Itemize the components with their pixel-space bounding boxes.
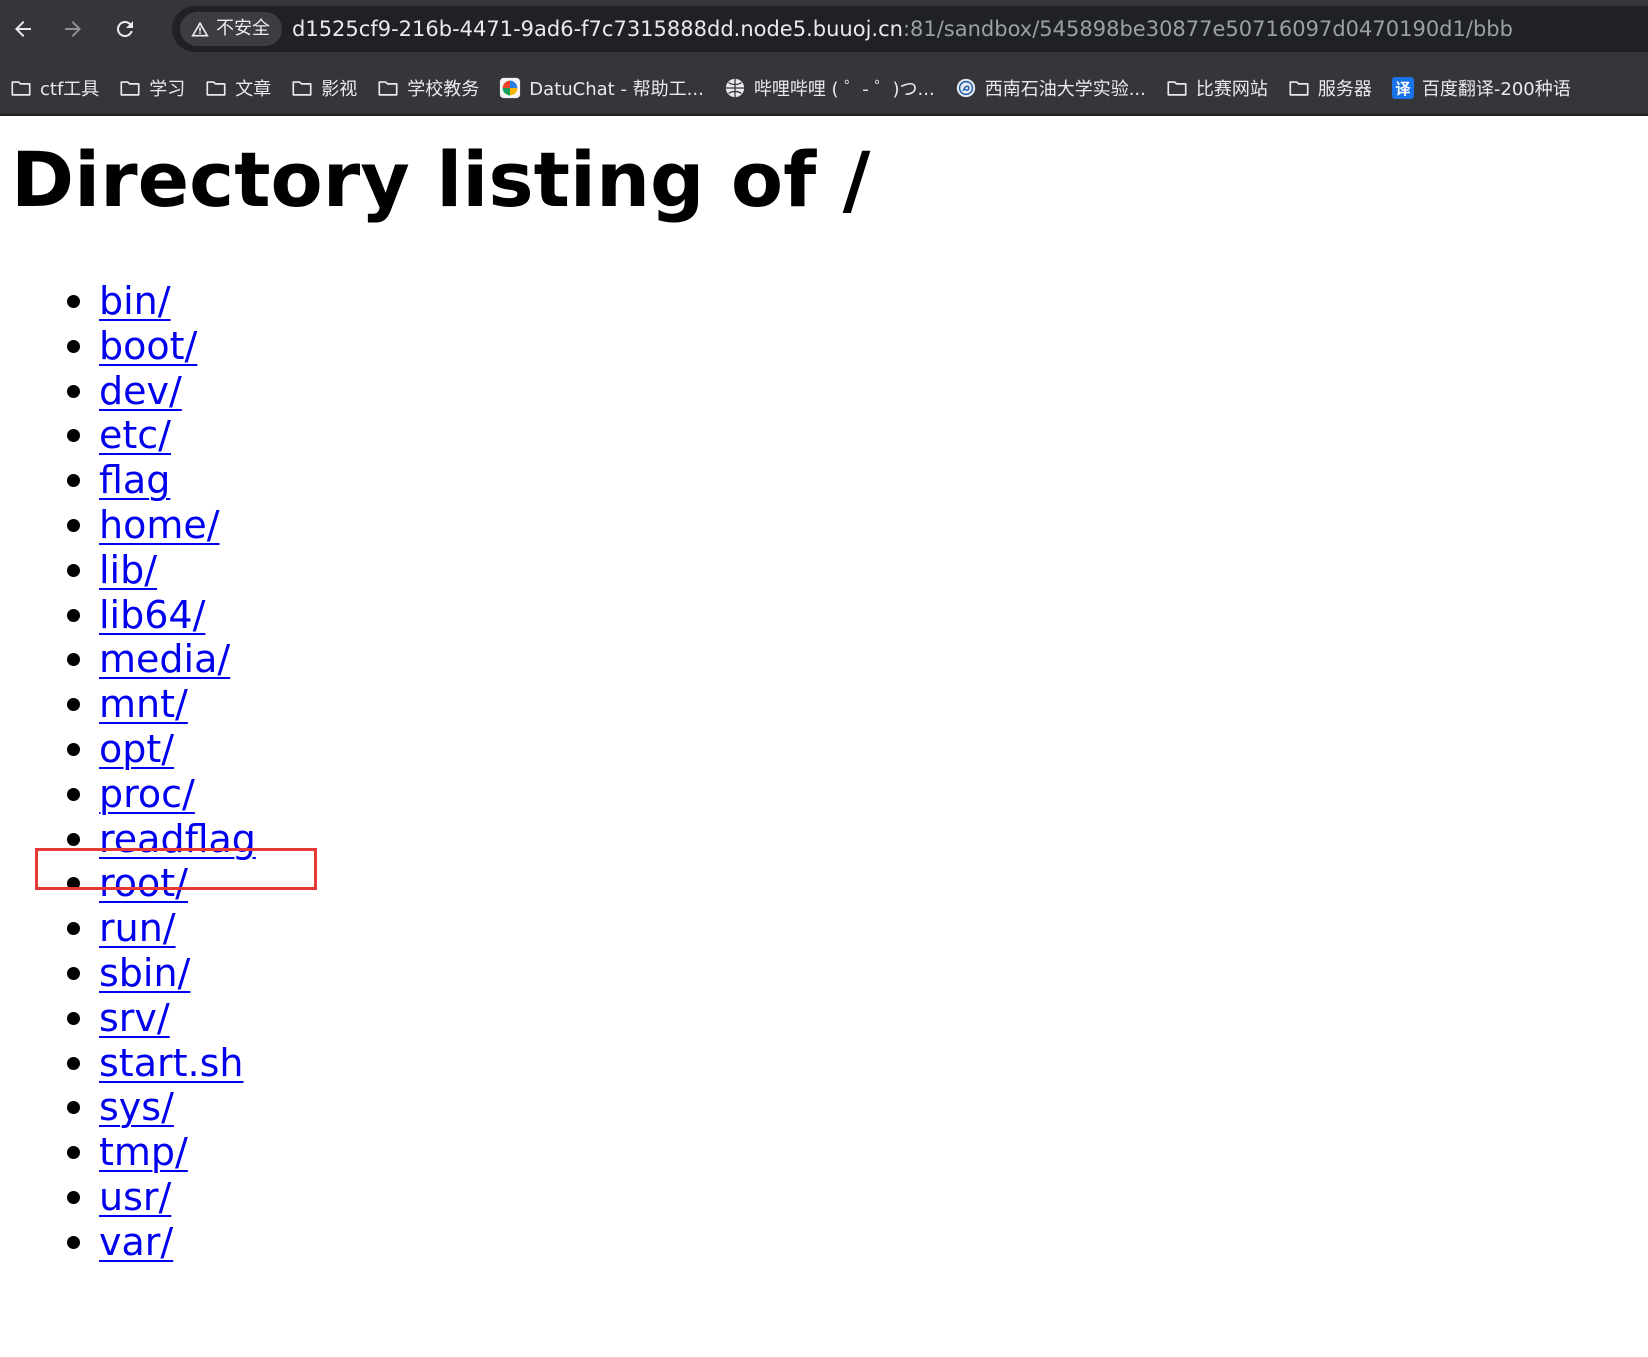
folder-icon [1288, 77, 1310, 99]
bullet-icon [67, 743, 80, 756]
folder-icon [10, 77, 32, 99]
directory-entry-link[interactable]: bin/ [99, 278, 171, 325]
reload-button[interactable] [104, 8, 146, 50]
directory-entry-link[interactable]: mnt/ [99, 681, 188, 728]
bullet-icon [67, 339, 80, 353]
bullet-icon [67, 608, 80, 622]
directory-entry-link[interactable]: dev/ [99, 368, 182, 415]
bullet-icon [67, 698, 80, 712]
directory-entry-link[interactable]: lib64/ [99, 592, 205, 639]
folder-icon [291, 77, 313, 99]
url-path: :81/sandbox/545898be30877e50716097d04701… [902, 17, 1513, 41]
warning-icon [191, 21, 209, 37]
folder-icon [1166, 77, 1188, 99]
bullet-icon [67, 1101, 80, 1115]
bookmark-item[interactable]: 服务器 [1278, 70, 1382, 106]
bookmark-label: 比赛网站 [1195, 79, 1268, 100]
back-button[interactable] [2, 8, 44, 50]
bookmark-item[interactable]: ctf工具 [0, 70, 109, 106]
directory-entry-link[interactable]: run/ [99, 905, 176, 952]
directory-entry-link[interactable]: opt/ [99, 726, 174, 773]
directory-entry-link[interactable]: sbin/ [99, 950, 190, 997]
directory-entry-link[interactable]: usr/ [99, 1174, 171, 1221]
bookmark-item[interactable]: DatuChat - 帮助工... [489, 70, 714, 106]
browser-toolbar: 不安全 d1525cf9-216b-4471-9ad6-f7c7315888dd… [0, 0, 1648, 58]
forward-button[interactable] [52, 8, 94, 50]
bookmark-item[interactable]: 学校教务 [367, 70, 489, 106]
bookmark-label: DatuChat - 帮助工... [529, 79, 704, 100]
directory-entry-link[interactable]: etc/ [99, 412, 171, 459]
bullet-icon [67, 384, 80, 398]
bullet-icon [67, 429, 80, 443]
directory-entry-link[interactable]: home/ [99, 502, 220, 549]
bookmark-item[interactable]: 学习 [109, 70, 195, 106]
directory-entry-link[interactable]: media/ [99, 636, 230, 683]
bookmark-item[interactable]: 哔哩哔哩 ( ゜- ゜)つ... [714, 70, 945, 106]
bookmark-label: 文章 [235, 79, 272, 100]
bookmark-item[interactable]: 文章 [195, 70, 281, 106]
translate-badge: 译 [1391, 77, 1414, 99]
folder-icon [205, 77, 227, 99]
directory-entry-link[interactable]: srv/ [99, 995, 170, 1042]
bullet-icon [67, 563, 80, 577]
directory-entry-link[interactable]: var/ [99, 1219, 173, 1266]
globe-favicon [724, 77, 746, 99]
datuchat-favicon [499, 77, 521, 99]
bookmark-item[interactable]: 西南石油大学实验... [945, 70, 1156, 106]
arrow-left-icon [15, 21, 31, 37]
security-label: 不安全 [216, 18, 270, 39]
arrow-right-icon [65, 21, 81, 37]
translate-favicon: 译 [1391, 77, 1414, 99]
folder-icon [119, 77, 141, 99]
security-indicator[interactable]: 不安全 [180, 12, 282, 46]
bookmark-label: 影视 [321, 79, 358, 100]
reload-icon [116, 20, 133, 37]
bookmarks-bar: ctf工具 学习 文章 影视 学校教务 DatuChat - 帮助工... 哔哩哔哩 ( ゜… [0, 66, 1648, 110]
bullet-icon [67, 1056, 80, 1070]
bullet-icon [67, 1235, 80, 1249]
bookmark-label: 学习 [149, 79, 186, 100]
url-host: d1525cf9-216b-4471-9ad6-f7c7315888dd.nod… [292, 17, 903, 41]
bullet-icon [67, 967, 80, 980]
bookmark-label: 服务器 [1317, 79, 1372, 100]
bullet-icon [67, 1146, 80, 1160]
directory-entry-link[interactable]: start.sh [99, 1040, 243, 1087]
page-title: Directory listing of / [11, 135, 871, 224]
bullet-icon [67, 653, 80, 667]
page-content: Directory listing of / bin/boot/dev/etc/… [0, 116, 1648, 1357]
directory-entry-link[interactable]: flag [99, 457, 170, 504]
url-text[interactable]: d1525cf9-216b-4471-9ad6-f7c7315888dd.nod… [292, 6, 1513, 52]
directory-entry-link[interactable]: lib/ [99, 547, 157, 594]
bookmark-label: 哔哩哔哩 ( ゜- ゜)つ... [753, 79, 935, 100]
bullet-icon [67, 474, 80, 488]
bookmark-item[interactable]: 译百度翻译-200种语 [1382, 70, 1581, 106]
directory-entry-link[interactable]: tmp/ [99, 1129, 188, 1176]
bullet-icon [67, 787, 80, 801]
bullet-icon [67, 295, 80, 308]
bookmark-label: 百度翻译-200种语 [1421, 79, 1571, 100]
bullet-icon [67, 832, 80, 846]
folder-icon [377, 77, 399, 99]
directory-entry-link[interactable]: proc/ [99, 771, 195, 818]
bullet-icon [67, 922, 80, 936]
directory-entry-link[interactable]: sys/ [99, 1084, 174, 1131]
bookmark-label: ctf工具 [40, 79, 100, 100]
highlight-box [35, 848, 317, 890]
directory-entry-link[interactable]: boot/ [99, 323, 197, 370]
bookmark-label: 学校教务 [407, 79, 480, 100]
address-bar[interactable]: 不安全 d1525cf9-216b-4471-9ad6-f7c7315888dd… [172, 6, 1648, 52]
bullet-icon [67, 1011, 80, 1025]
bookmark-label: 西南石油大学实验... [984, 79, 1146, 100]
bullet-icon [67, 519, 80, 532]
bookmark-item[interactable]: 比赛网站 [1156, 70, 1278, 106]
school-favicon [955, 77, 977, 99]
browser-chrome: 不安全 d1525cf9-216b-4471-9ad6-f7c7315888dd… [0, 0, 1648, 116]
bookmark-item[interactable]: 影视 [281, 70, 367, 106]
bullet-icon [67, 1191, 80, 1204]
